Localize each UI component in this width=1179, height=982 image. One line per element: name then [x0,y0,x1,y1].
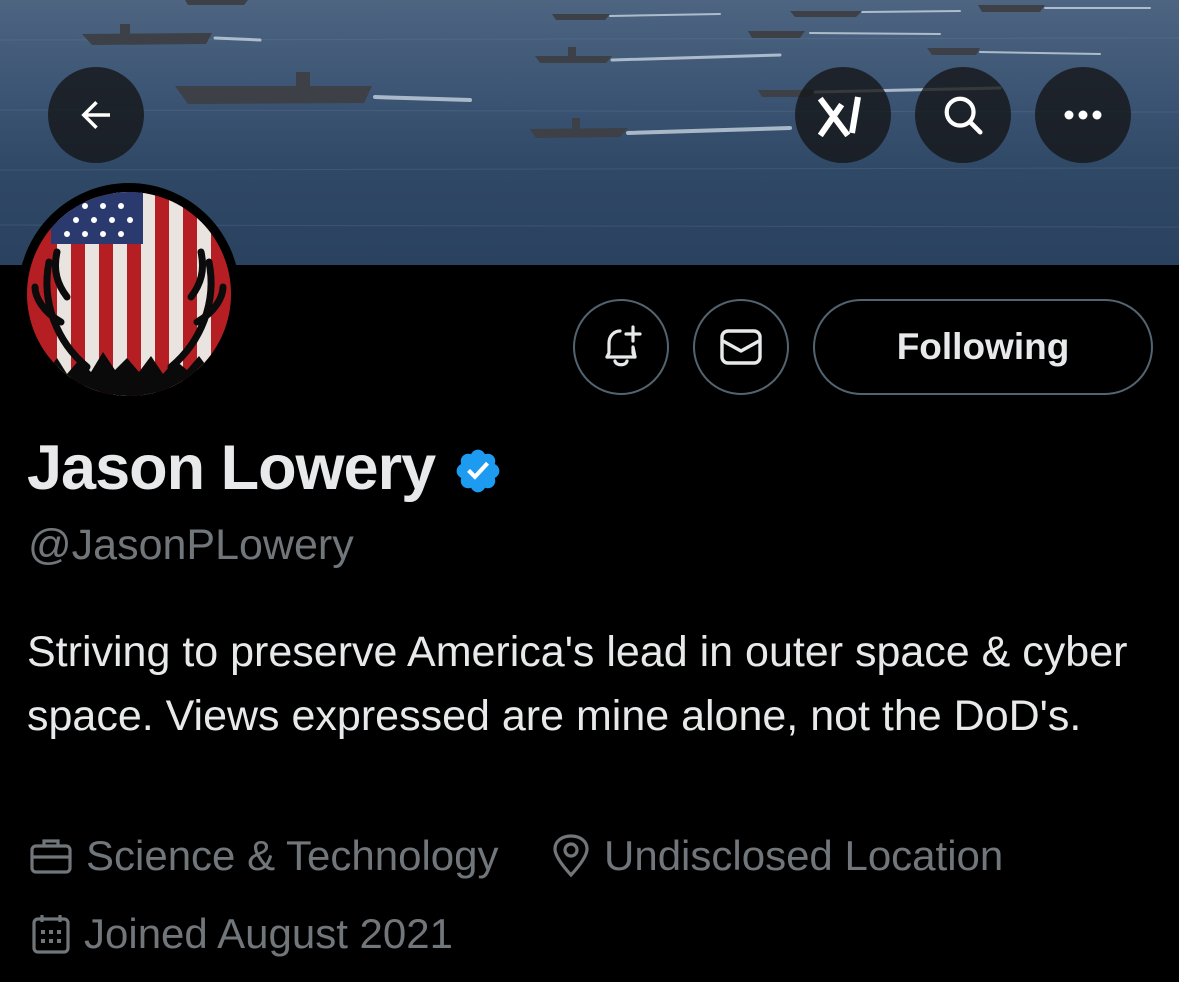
display-name: Jason Lowery [27,433,436,503]
grok-button[interactable] [795,67,891,163]
profile-category: Science & Technology [28,832,499,880]
search-icon [944,96,983,135]
profile-location: Undisclosed Location [550,832,1003,880]
more-horizontal-icon [1064,110,1102,120]
verified-badge-icon[interactable] [453,446,503,496]
briefcase-icon [30,839,72,874]
profile-handle: @JasonPLowery [28,521,354,569]
bell-plus-icon [605,325,642,367]
grok-icon [818,96,861,137]
back-button[interactable] [48,67,144,163]
following-button[interactable]: Following [813,299,1153,395]
profile-name-row: Jason Lowery [27,432,503,504]
arrow-left-icon [81,101,110,129]
category-text: Science & Technology [86,832,499,879]
calendar-icon [32,915,70,954]
profile-joined: Joined August 2021 [30,910,453,958]
location-text: Undisclosed Location [604,832,1004,879]
avatar-image [27,192,231,396]
location-pin-icon [553,834,589,878]
notify-button[interactable] [573,299,669,395]
profile-bio: Striving to preserve America's lead in o… [27,628,1128,740]
following-label: Following [896,326,1070,367]
message-button[interactable] [693,299,789,395]
search-button[interactable] [915,67,1011,163]
avatar[interactable] [18,183,240,405]
joined-text: Joined August 2021 [84,910,453,957]
more-button[interactable] [1035,67,1131,163]
envelope-icon [720,329,762,365]
